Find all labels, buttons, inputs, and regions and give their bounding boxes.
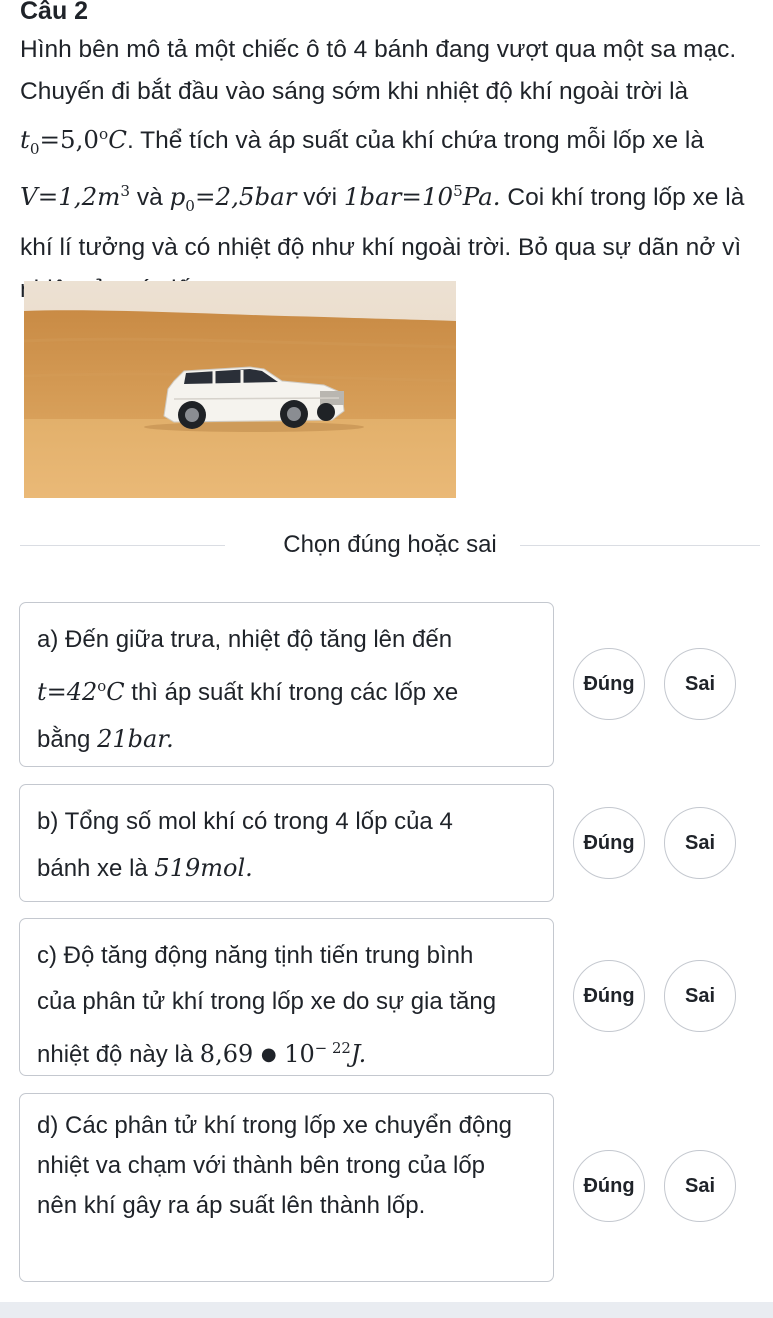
statement-c-true-button[interactable]: Đúng — [573, 960, 645, 1032]
section-divider: Chọn đúng hoặc sai — [20, 523, 760, 567]
bar-definition: 1bar=105Pa. — [343, 182, 501, 212]
divider-line-right — [520, 545, 760, 546]
statement-a-text: a) Đến giữa trưa, nhiệt độ tăng lên đến … — [37, 626, 459, 753]
desert-car-image — [24, 281, 456, 498]
statement-d-true-button[interactable]: Đúng — [573, 1150, 645, 1222]
question-title: Câu 2 — [20, 0, 89, 25]
statement-c: c) Độ tăng động năng tịnh tiến trung bìn… — [19, 918, 554, 1076]
statement-c-false-button[interactable]: Sai — [664, 960, 736, 1032]
statement-b-text: b) Tổng số mol khí có trong 4 lốp của 4 … — [37, 808, 453, 882]
statement-c-value: 8,69 ● 10− 22J. — [199, 1039, 367, 1068]
desert-car-illustration — [24, 281, 456, 498]
question-part-1: Hình bên mô tả một chiếc ô tô 4 bánh đan… — [20, 36, 737, 105]
statement-a-temperature: t=42oC — [37, 677, 125, 706]
statement-a: a) Đến giữa trưa, nhiệt độ tăng lên đến … — [19, 602, 554, 767]
volume-expression: V=1,2m3 — [20, 182, 131, 212]
pressure-expression: p0=2,5bar — [169, 182, 297, 216]
question-text: Hình bên mô tả một chiếc ô tô 4 bánh đan… — [20, 29, 755, 311]
statement-b-true-button[interactable]: Đúng — [573, 807, 645, 879]
t0-symbol: t0=5,0oC — [20, 125, 127, 159]
statement-b-false-button[interactable]: Sai — [664, 807, 736, 879]
statement-b: b) Tổng số mol khí có trong 4 lốp của 4 … — [19, 784, 554, 902]
statement-d-false-button[interactable]: Sai — [664, 1150, 736, 1222]
bottom-band — [0, 1302, 773, 1318]
question-part-2: . Thể tích và áp suất của khí chứa trong… — [126, 127, 704, 155]
statement-d-text: d) Các phân tử khí trong lốp xe chuyển đ… — [37, 1112, 513, 1219]
statement-a-true-button[interactable]: Đúng — [573, 648, 645, 720]
statement-d: d) Các phân tử khí trong lốp xe chuyển đ… — [19, 1093, 554, 1282]
statement-a-false-button[interactable]: Sai — [664, 648, 736, 720]
statement-c-text: c) Độ tăng động năng tịnh tiến trung bìn… — [37, 942, 497, 1068]
